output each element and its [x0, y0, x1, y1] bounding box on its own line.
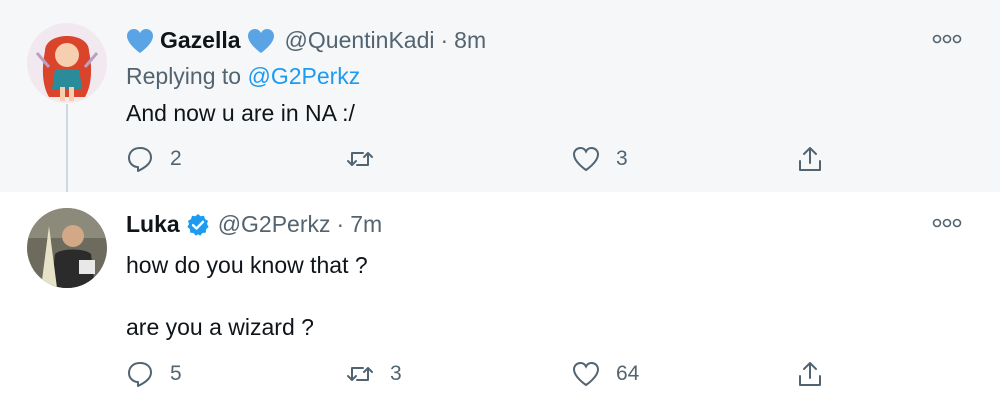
- display-name[interactable]: Luka: [126, 211, 180, 238]
- reply-icon: [128, 362, 152, 387]
- replying-to: Replying to @G2Perkz: [126, 63, 360, 90]
- like-button[interactable]: 64: [572, 360, 639, 388]
- share-icon: [799, 362, 821, 386]
- replying-prefix: Replying to: [126, 63, 242, 89]
- verified-icon: [187, 213, 209, 236]
- tweet-gazella[interactable]: Gazella @QuentinKadi · 8m Replying to @G…: [0, 0, 1000, 193]
- like-icon: [572, 146, 600, 172]
- tweet-header: Gazella @QuentinKadi · 8m: [126, 27, 486, 54]
- tweet-header: Luka @G2Perkz · 7m: [126, 211, 382, 238]
- avatar[interactable]: [27, 23, 107, 103]
- reply-button[interactable]: 5: [126, 360, 182, 388]
- avatar[interactable]: [27, 208, 107, 288]
- separator: ·: [336, 211, 345, 237]
- more-icon[interactable]: [932, 34, 962, 44]
- timestamp[interactable]: 7m: [350, 211, 382, 238]
- reply-count: 2: [170, 147, 182, 170]
- handle[interactable]: @QuentinKadi: [285, 27, 435, 54]
- like-count: 64: [616, 362, 640, 385]
- mention-link[interactable]: @G2Perkz: [247, 63, 360, 89]
- separator: ·: [440, 27, 449, 53]
- reply-icon: [128, 147, 152, 172]
- tweet-text-line2: are you a wizard ?: [126, 314, 314, 340]
- retweet-icon: [347, 152, 373, 166]
- heart-icon: [247, 28, 274, 53]
- retweet-icon: [347, 367, 373, 381]
- more-icon[interactable]: [932, 218, 962, 228]
- handle[interactable]: @G2Perkz: [218, 211, 331, 238]
- share-icon: [799, 147, 821, 171]
- tweet-text: And now u are in NA :/: [126, 100, 355, 126]
- tweet-text-line1: how do you know that ?: [126, 252, 368, 278]
- like-icon: [572, 361, 600, 387]
- share-button[interactable]: [796, 145, 840, 173]
- reply-count: 5: [170, 362, 182, 385]
- thread-line: [66, 104, 68, 192]
- tweet-actions: 5 3 64: [126, 360, 826, 390]
- like-count: 3: [616, 147, 628, 170]
- display-name[interactable]: Gazella: [160, 27, 241, 54]
- retweet-button[interactable]: [346, 145, 390, 173]
- tweet-actions: 2 3: [126, 145, 826, 175]
- retweet-count: 3: [390, 362, 402, 385]
- like-button[interactable]: 3: [572, 145, 628, 173]
- timestamp[interactable]: 8m: [454, 27, 486, 54]
- share-button[interactable]: [796, 360, 840, 388]
- reply-button[interactable]: 2: [126, 145, 182, 173]
- heart-icon: [127, 28, 153, 53]
- retweet-button[interactable]: 3: [346, 360, 402, 388]
